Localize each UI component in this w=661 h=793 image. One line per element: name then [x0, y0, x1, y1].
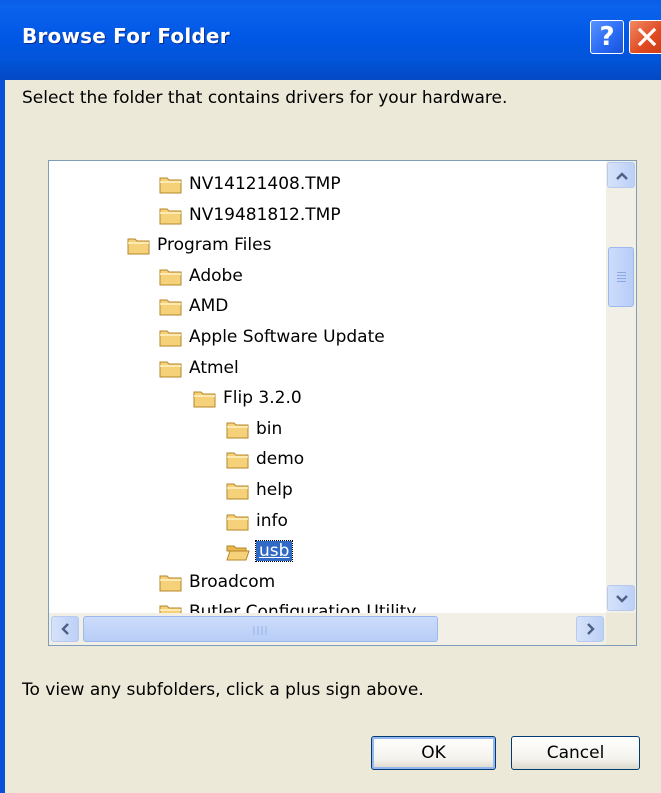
- ok-button[interactable]: OK: [371, 736, 496, 770]
- folder-icon: [226, 422, 249, 439]
- tree-item-label-selected: usb: [254, 540, 294, 563]
- chevron-left-icon: [61, 623, 69, 635]
- tree-item[interactable]: help: [49, 476, 605, 506]
- horizontal-scrollbar[interactable]: ||||: [49, 613, 606, 645]
- folder-icon: [226, 514, 249, 531]
- dialog-title: Browse For Folder: [22, 24, 230, 48]
- tree-item-label: demo: [256, 449, 305, 470]
- tree-item-label: Flip 3.2.0: [223, 388, 302, 409]
- tree-item-label: Atmel: [189, 357, 239, 378]
- tree-item-label: help: [256, 480, 293, 500]
- browse-for-folder-dialog: Browse For Folder ? Select the folder th…: [0, 0, 661, 793]
- chevron-right-icon: [587, 623, 595, 635]
- thumb-grip-icon: ||||: [252, 626, 269, 636]
- folder-tree[interactable]: NV14121408.TMP NV19481812.TMP Program File…: [48, 160, 637, 646]
- tree-item[interactable]: Apple Software Update: [49, 323, 605, 353]
- tree-item-label: info: [256, 510, 288, 531]
- tree-item[interactable]: Atmel: [49, 354, 605, 384]
- window-border: [0, 80, 5, 793]
- folder-icon: [159, 208, 182, 225]
- folder-icon: [159, 575, 182, 592]
- horizontal-scroll-thumb[interactable]: ||||: [83, 616, 438, 642]
- scroll-left-button[interactable]: [51, 616, 79, 642]
- cancel-button[interactable]: Cancel: [511, 736, 640, 770]
- folder-icon: [226, 483, 249, 500]
- tree-item[interactable]: NV14121408.TMP: [49, 170, 605, 200]
- tree-item[interactable]: NV19481812.TMP: [49, 201, 605, 231]
- tree-item[interactable]: usb: [49, 537, 605, 567]
- folder-icon: [159, 330, 182, 347]
- instruction-text: Select the folder that contains drivers …: [22, 88, 508, 108]
- vertical-scrollbar[interactable]: [606, 161, 636, 613]
- folder-icon: [193, 391, 216, 408]
- open-folder-icon: [226, 545, 250, 561]
- tree-item-label: Apple Software Update: [189, 327, 385, 347]
- tree-item-label: AMD: [189, 296, 229, 317]
- folder-icon: [226, 452, 249, 469]
- folder-icon: [127, 238, 150, 255]
- chevron-up-icon: [616, 172, 628, 180]
- folder-icon: [159, 177, 182, 194]
- title-bar[interactable]: Browse For Folder ?: [0, 0, 661, 80]
- tree-item[interactable]: info: [49, 507, 605, 537]
- scroll-down-button[interactable]: [607, 585, 635, 611]
- tree-item[interactable]: bin: [49, 415, 605, 445]
- folder-icon: [159, 299, 182, 316]
- tree-item[interactable]: Adobe: [49, 262, 605, 292]
- tree-item[interactable]: Program Files: [49, 231, 605, 261]
- help-button[interactable]: ?: [590, 20, 624, 54]
- folder-icon: [159, 269, 182, 286]
- scrollbar-corner: [606, 613, 636, 645]
- scroll-up-button[interactable]: [607, 162, 635, 188]
- tree-item[interactable]: Broadcom: [49, 568, 605, 598]
- vertical-scroll-thumb[interactable]: [608, 247, 634, 307]
- tree-item[interactable]: Flip 3.2.0: [49, 384, 605, 414]
- tree-item[interactable]: demo: [49, 445, 605, 475]
- folder-icon: [159, 361, 182, 378]
- tree-item[interactable]: AMD: [49, 292, 605, 322]
- tree-item-label: Adobe: [189, 265, 243, 286]
- scroll-right-button[interactable]: [576, 616, 604, 642]
- tree-item-label: bin: [256, 418, 283, 439]
- tree-item-label: Program Files: [157, 235, 272, 256]
- help-icon: ?: [599, 22, 615, 52]
- tree-item-label: NV14121408.TMP: [189, 174, 341, 194]
- close-button[interactable]: [629, 20, 661, 54]
- close-icon: [637, 27, 657, 47]
- hint-text: To view any subfolders, click a plus sig…: [22, 680, 424, 700]
- tree-item-label: NV19481812.TMP: [189, 204, 341, 225]
- tree-item-label: Broadcom: [189, 571, 276, 592]
- chevron-down-icon: [616, 595, 628, 603]
